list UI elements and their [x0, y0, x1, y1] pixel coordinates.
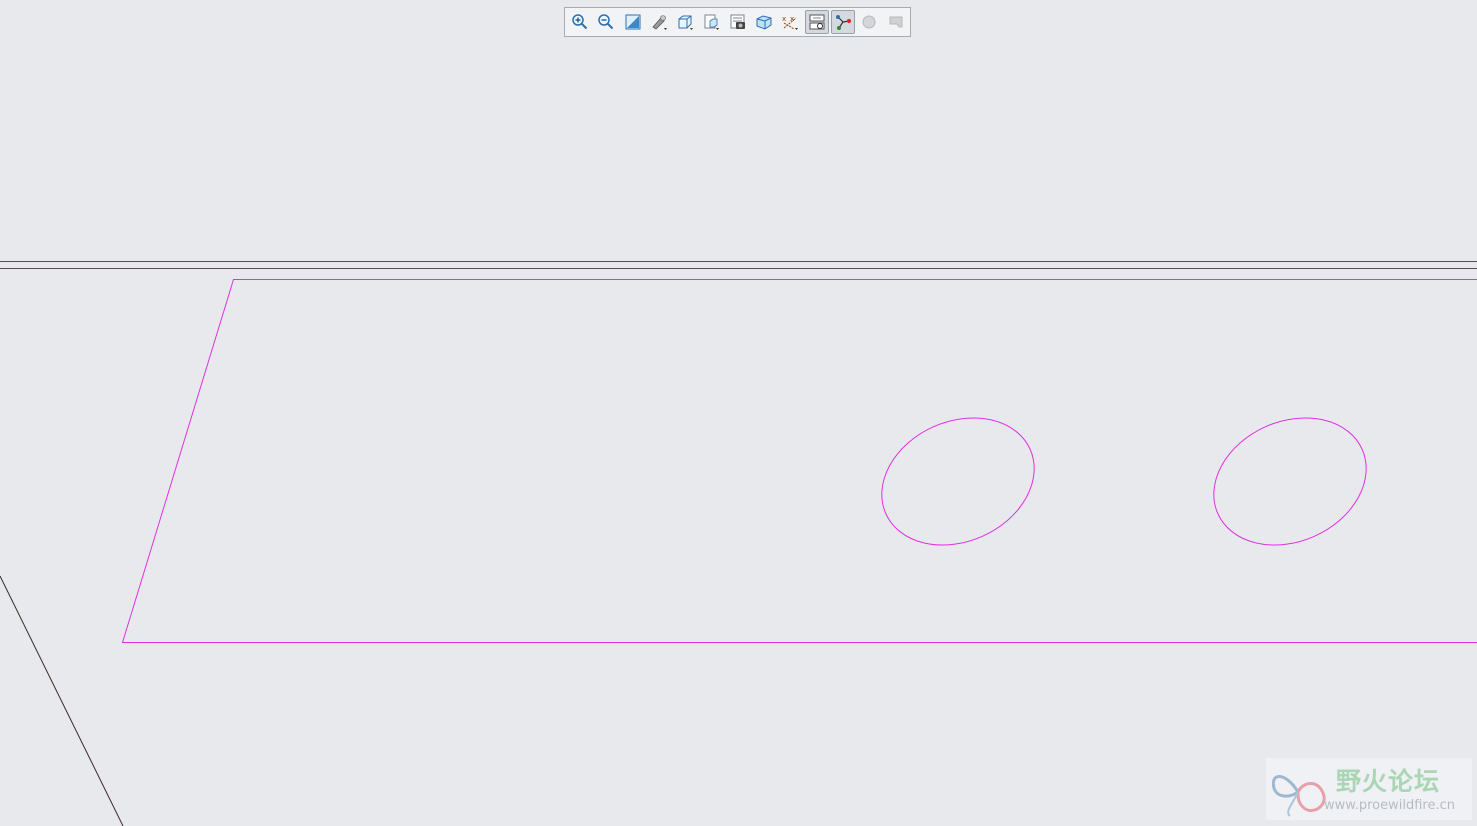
disabled-sphere-button[interactable] — [857, 10, 881, 34]
perspective-view-icon — [756, 15, 772, 30]
refit-icon — [625, 14, 641, 30]
watermark-title: 野火论坛 — [1336, 767, 1441, 796]
display-style-cube-icon — [678, 15, 694, 30]
watermark-url: www.proewildfire.cn — [1324, 798, 1455, 813]
repaint-icon — [652, 15, 667, 30]
perspective-view-button[interactable] — [752, 10, 776, 34]
sketch-ellipse-left[interactable] — [861, 395, 1054, 569]
sketch-view-icon — [809, 14, 825, 30]
watermark: 野火论坛 www.proewildfire.cn — [1266, 758, 1472, 820]
butterfly-logo-icon — [1271, 775, 1326, 817]
graphics-window[interactable]: x x 野火论坛 www.proewildfire.cn — [0, 0, 1477, 826]
saved-views-icon — [704, 14, 720, 30]
display-style-button[interactable] — [673, 10, 697, 34]
view-manager-button[interactable] — [726, 10, 750, 34]
view-manager-icon — [730, 14, 745, 29]
view-toolbar: x x — [564, 7, 911, 37]
refit-button[interactable] — [621, 10, 645, 34]
zoom-out-button[interactable] — [594, 10, 618, 34]
datum-axis-line — [0, 575, 124, 826]
sphere-icon — [862, 15, 876, 29]
sketcher-display-icon — [835, 15, 851, 30]
zoom-in-icon — [572, 14, 588, 30]
flag-icon — [889, 16, 903, 28]
zoom-in-button[interactable] — [568, 10, 592, 34]
zoom-out-icon — [598, 14, 614, 30]
sketch-canvas[interactable] — [0, 0, 1477, 826]
sketch-outline[interactable] — [121, 279, 1477, 643]
datum-display-button[interactable]: x x — [778, 10, 802, 34]
sketcher-display-button[interactable] — [830, 10, 855, 34]
saved-orientations-button[interactable] — [699, 10, 723, 34]
repaint-button[interactable] — [647, 10, 671, 34]
svg-text:x: x — [782, 15, 786, 23]
datum-display-icon: x x — [782, 15, 799, 30]
sketch-ellipse-right[interactable] — [1193, 395, 1386, 569]
disabled-flag-button[interactable] — [884, 10, 908, 34]
sketch-view-button[interactable] — [804, 10, 829, 34]
